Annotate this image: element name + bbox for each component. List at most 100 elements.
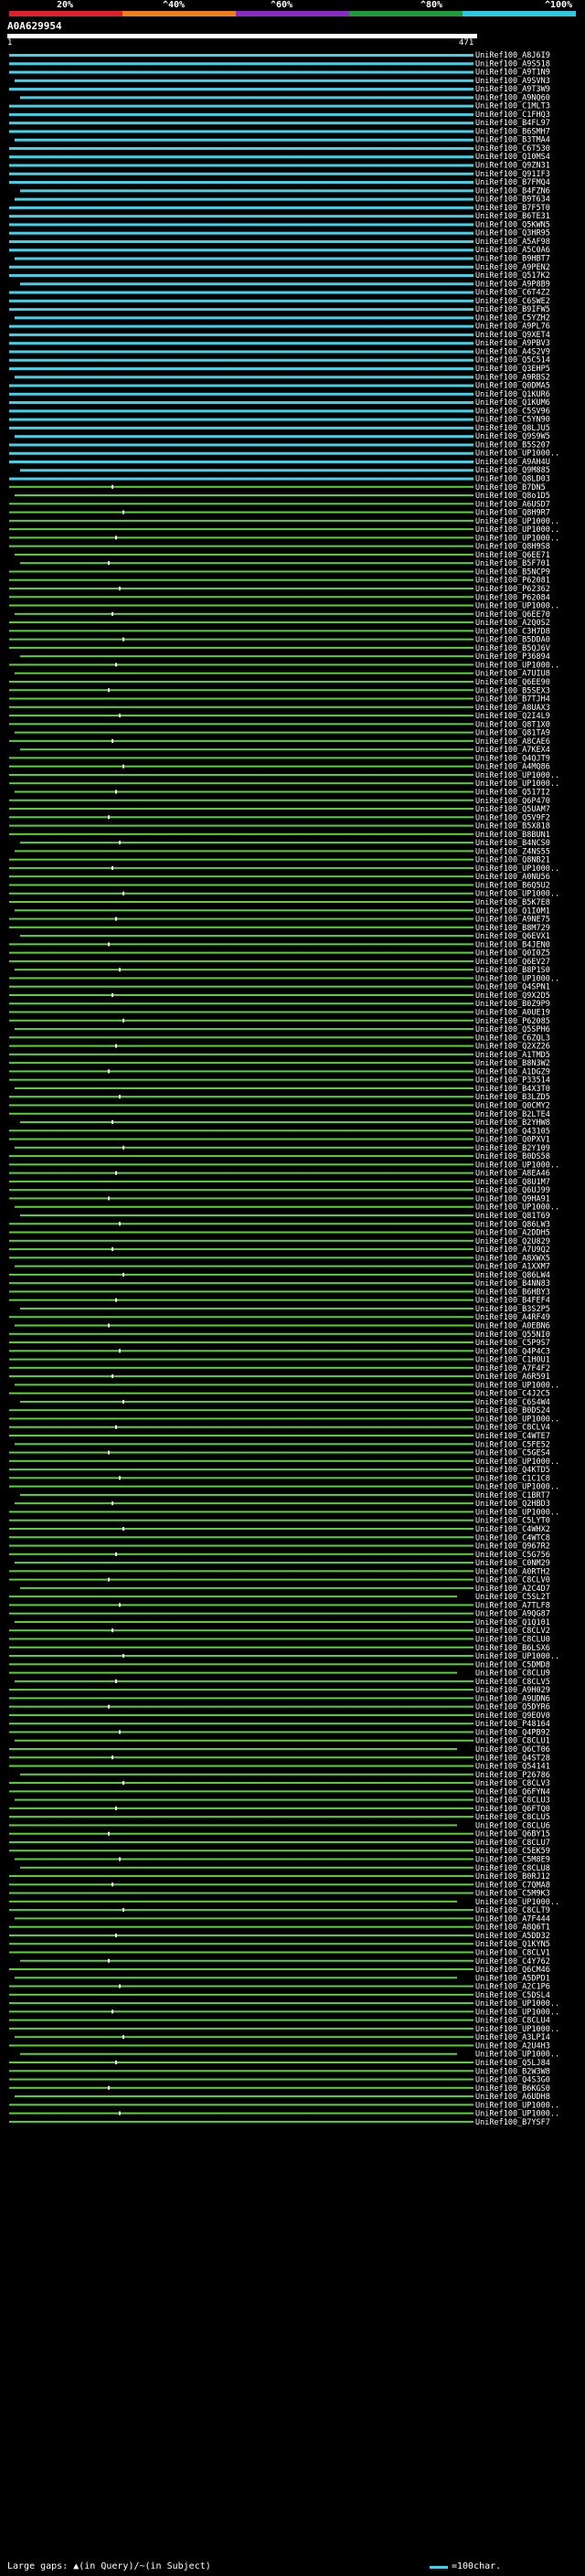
hit-bar	[9, 799, 473, 801]
hit-bar	[20, 1307, 473, 1309]
footer-legend: Large gaps: ▲(in Query)/~(in Subject)	[7, 2561, 211, 2571]
gap-marker	[112, 1120, 113, 1125]
hit-bar	[9, 299, 473, 302]
gap-marker	[115, 1044, 117, 1048]
hit-bar	[15, 1739, 473, 1742]
gap-marker	[112, 611, 113, 616]
gap-marker	[108, 942, 110, 947]
gap-marker	[119, 1349, 121, 1353]
hit-bar	[9, 1044, 473, 1047]
hit-bar	[9, 977, 473, 980]
hit-bar	[9, 1993, 473, 1996]
hit-bar	[9, 884, 473, 886]
hit-bar	[9, 231, 473, 235]
gap-marker	[115, 1171, 117, 1175]
hit-bar	[9, 1392, 473, 1394]
gap-marker	[119, 1222, 121, 1226]
hit-bar	[9, 1756, 473, 1759]
hit-bar	[9, 122, 473, 125]
hit-bar	[15, 790, 473, 793]
gap-marker	[108, 1450, 110, 1455]
hit-bar	[9, 1655, 473, 1658]
hit-bar	[9, 1375, 473, 1378]
hit-alignment-area: UniRef100_A8J6I9UniRef100_A9S518UniRef10…	[9, 51, 559, 2127]
hit-bar	[9, 1053, 473, 1055]
hit-bar	[15, 1620, 473, 1623]
hit-bar	[9, 409, 473, 413]
hit-bar	[15, 1146, 473, 1149]
hit-bar	[9, 1511, 473, 1513]
gap-marker	[119, 1984, 121, 1988]
hit-bar	[9, 88, 473, 91]
gap-marker	[122, 1781, 124, 1786]
gap-marker	[119, 2111, 121, 2115]
hit-bar	[9, 604, 473, 607]
gap-marker	[112, 738, 113, 743]
hit-bar	[9, 1985, 473, 1988]
hit-bar	[15, 672, 473, 674]
hit-bar	[9, 155, 473, 159]
hit-bar	[9, 1705, 473, 1708]
hit-bar	[15, 909, 473, 912]
hit-bar	[9, 1273, 473, 1276]
hit-bar	[9, 1570, 473, 1573]
hit-label[interactable]: UniRef100_B7YSF7	[475, 2118, 550, 2127]
hit-bar	[15, 79, 473, 82]
hit-bar	[20, 935, 473, 938]
hit-bar	[9, 1629, 473, 1632]
hit-bar	[9, 926, 473, 928]
hit-bar	[9, 1527, 473, 1530]
hit-bar	[9, 1197, 473, 1200]
hit-bar	[9, 477, 473, 481]
hit-bar	[9, 1282, 473, 1285]
gap-marker	[115, 535, 117, 540]
hit-bar	[15, 376, 473, 379]
gap-marker	[119, 841, 121, 845]
hit-bar	[9, 1163, 473, 1166]
gap-marker	[108, 561, 110, 566]
hit-bar	[20, 189, 473, 193]
hit-bar	[9, 858, 473, 861]
legend-scale-text: =100char.	[452, 2561, 502, 2571]
hit-bar	[20, 1214, 473, 1216]
hit-bar	[9, 1078, 473, 1081]
gap-marker	[108, 1831, 110, 1836]
hit-bar	[9, 808, 473, 811]
hit-bar	[9, 545, 473, 547]
hit-bar	[15, 1265, 473, 1267]
hit-bar	[9, 384, 473, 387]
hit-bar	[9, 832, 473, 835]
hit-bar	[9, 1299, 473, 1301]
gap-marker	[122, 1018, 124, 1023]
hit-bar	[9, 1426, 473, 1428]
hit-bar	[15, 494, 473, 497]
hit-bar	[9, 782, 473, 785]
hit-bar	[9, 917, 473, 920]
gap-marker	[112, 1628, 113, 1633]
hit-bar	[9, 773, 473, 776]
gap-marker	[115, 917, 117, 921]
hit-bar	[20, 282, 473, 286]
hit-bar	[20, 842, 473, 844]
hit-bar	[9, 1070, 473, 1073]
hit-bar	[9, 1019, 473, 1022]
hit-bar	[9, 1239, 473, 1242]
hit-bar	[9, 70, 473, 74]
hit-bar	[9, 1036, 473, 1039]
hit-bar	[9, 1604, 473, 1606]
hit-bar	[9, 511, 473, 514]
hit-bar	[9, 1925, 473, 1928]
hit-bar	[9, 2078, 473, 2081]
gap-marker	[119, 587, 121, 591]
hit-bar	[9, 943, 473, 946]
hit-bar	[9, 1138, 473, 1140]
hit-bar	[9, 1807, 473, 1809]
hit-bar	[9, 146, 473, 150]
hit-bar	[9, 215, 473, 218]
hit-bar	[9, 1646, 473, 1648]
hit-bar	[9, 249, 473, 252]
hit-bar	[20, 1493, 473, 1496]
hit-bar	[9, 130, 473, 133]
hit-bar	[9, 1104, 473, 1107]
hit-bar	[15, 1798, 473, 1801]
